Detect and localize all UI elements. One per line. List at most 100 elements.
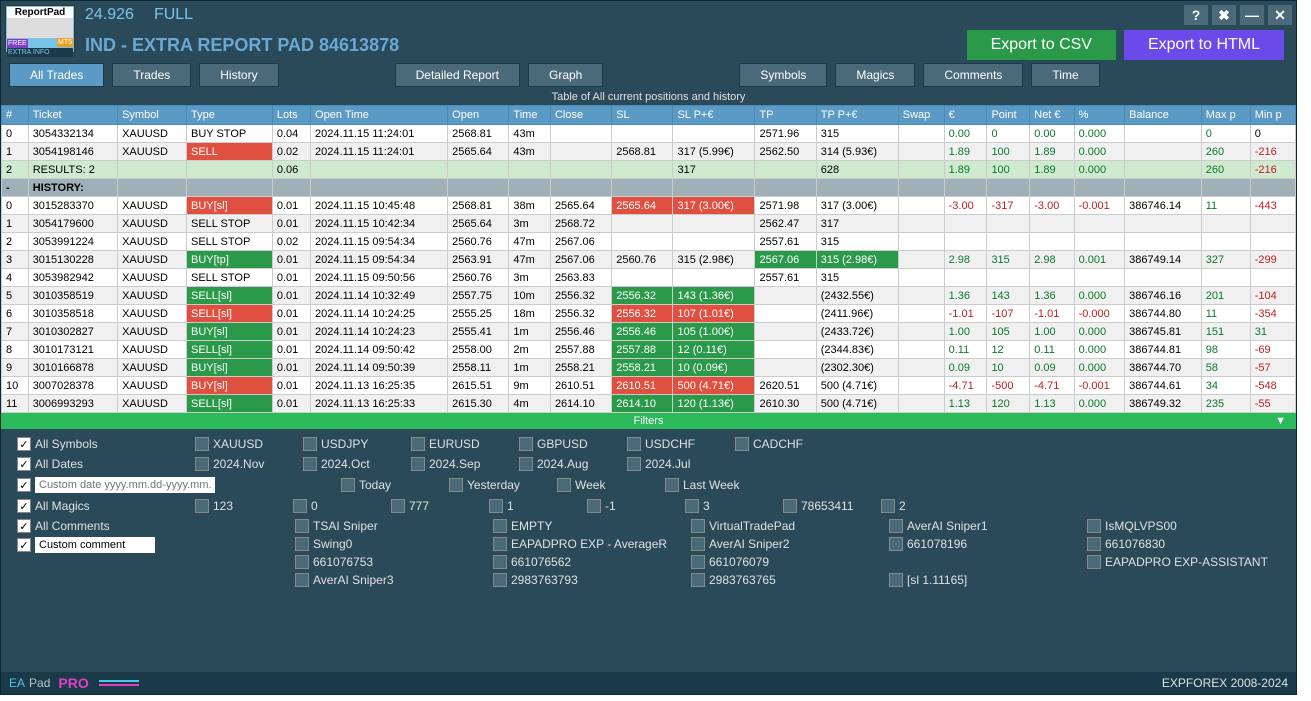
col-header[interactable]: SL	[612, 106, 673, 125]
tools-button[interactable]: ✖	[1212, 5, 1236, 25]
col-header[interactable]: Close	[550, 106, 611, 125]
checkbox[interactable]	[489, 499, 503, 513]
checkbox[interactable]	[391, 499, 405, 513]
filter-item[interactable]: AverAI Sniper3	[295, 573, 485, 587]
tab-history[interactable]: History	[199, 63, 278, 87]
table-row[interactable]: 93010166878XAUUSDBUY[sl]0.012024.11.14 0…	[2, 359, 1296, 377]
checkbox[interactable]	[1087, 519, 1101, 533]
filters-header[interactable]: Filters▼	[1, 413, 1296, 429]
filter-item[interactable]: 2983763765	[691, 573, 881, 587]
filter-item[interactable]: Today	[341, 478, 441, 492]
checkbox[interactable]	[295, 555, 309, 569]
checkbox[interactable]	[341, 478, 355, 492]
filter-item[interactable]: 1	[489, 499, 579, 513]
table-row[interactable]: 23053991224XAUUSDSELL STOP0.022024.11.15…	[2, 233, 1296, 251]
filter-item[interactable]: AverAI Sniper2	[691, 537, 881, 551]
filter-item[interactable]: TSAI Sniper	[295, 519, 485, 533]
checkbox[interactable]	[1087, 555, 1101, 569]
checkbox[interactable]	[783, 499, 797, 513]
checkbox[interactable]	[195, 499, 209, 513]
col-header[interactable]: Max p	[1201, 106, 1250, 125]
checkbox[interactable]	[295, 537, 309, 551]
checkbox[interactable]	[691, 555, 705, 569]
checkbox[interactable]	[303, 457, 317, 471]
checkbox[interactable]	[691, 573, 705, 587]
col-header[interactable]: Open Time	[311, 106, 448, 125]
table-row[interactable]: 03015283370XAUUSDBUY[sl]0.012024.11.15 1…	[2, 197, 1296, 215]
filter-item[interactable]: Last Week	[665, 478, 765, 492]
chk-all-comments[interactable]	[17, 519, 31, 533]
checkbox[interactable]	[627, 437, 641, 451]
checkbox[interactable]	[627, 457, 641, 471]
checkbox[interactable]	[411, 457, 425, 471]
checkbox[interactable]	[195, 437, 209, 451]
checkbox[interactable]	[449, 478, 463, 492]
col-header[interactable]: Min p	[1250, 106, 1295, 125]
filter-item[interactable]: Week	[557, 478, 657, 492]
checkbox[interactable]	[293, 499, 307, 513]
table-row[interactable]: 33015130228XAUUSDBUY[tp]0.012024.11.15 0…	[2, 251, 1296, 269]
custom-date-input[interactable]	[35, 477, 215, 493]
filter-item[interactable]: VirtualTradePad	[691, 519, 881, 533]
checkbox[interactable]	[493, 519, 507, 533]
checkbox[interactable]	[665, 478, 679, 492]
col-header[interactable]: Open	[448, 106, 509, 125]
filter-item[interactable]: 2	[881, 499, 971, 513]
filter-item[interactable]: CADCHF	[735, 437, 835, 451]
table-row[interactable]: 103007028378XAUUSDBUY[sl]0.012024.11.13 …	[2, 377, 1296, 395]
checkbox[interactable]	[557, 478, 571, 492]
filter-item[interactable]: Yesterday	[449, 478, 549, 492]
col-header[interactable]: Swap	[898, 106, 944, 125]
table-row[interactable]: 03054332134XAUUSDBUY STOP0.042024.11.15 …	[2, 125, 1296, 143]
filter-item[interactable]: EMPTY	[493, 519, 683, 533]
tab-symbols[interactable]: Symbols	[739, 63, 827, 87]
checkbox[interactable]	[685, 499, 699, 513]
filter-item[interactable]: -1	[587, 499, 677, 513]
filter-item[interactable]: EURUSD	[411, 437, 511, 451]
filter-item[interactable]: GBPUSD	[519, 437, 619, 451]
table-row[interactable]: -HISTORY:	[2, 179, 1296, 197]
tab-all-trades[interactable]: All Trades	[9, 63, 104, 87]
checkbox[interactable]	[1087, 537, 1101, 551]
checkbox[interactable]	[691, 537, 705, 551]
filter-item[interactable]: XAUUSD	[195, 437, 295, 451]
filter-item[interactable]: [sl 1.11165]	[889, 573, 1079, 587]
checkbox[interactable]	[303, 437, 317, 451]
col-header[interactable]: TP P+€	[816, 106, 898, 125]
filter-item[interactable]: 2024.Jul	[627, 457, 727, 471]
checkbox[interactable]	[295, 573, 309, 587]
help-button[interactable]: ?	[1184, 5, 1208, 25]
checkbox[interactable]	[493, 555, 507, 569]
checkbox[interactable]	[889, 519, 903, 533]
col-header[interactable]: Net €	[1030, 106, 1074, 125]
tab-graph[interactable]: Graph	[528, 63, 603, 87]
filter-item[interactable]: USDCHF	[627, 437, 727, 451]
filter-item[interactable]: EAPADPRO EXP - AverageR	[493, 537, 683, 551]
filter-item[interactable]: 2024.Aug	[519, 457, 619, 471]
checkbox[interactable]	[735, 437, 749, 451]
col-header[interactable]: SL P+€	[673, 106, 755, 125]
col-header[interactable]: Ticket	[28, 106, 117, 125]
filter-item[interactable]: 2024.Oct	[303, 457, 403, 471]
filter-item[interactable]: 0	[293, 499, 383, 513]
checkbox[interactable]	[519, 437, 533, 451]
col-header[interactable]: Time	[509, 106, 551, 125]
col-header[interactable]: TP	[755, 106, 816, 125]
table-row[interactable]: 113006993293XAUUSDSELL[sl]0.012024.11.13…	[2, 395, 1296, 413]
table-row[interactable]: 13054198146XAUUSDSELL0.022024.11.15 11:2…	[2, 143, 1296, 161]
col-header[interactable]: Type	[187, 106, 273, 125]
table-row[interactable]: 13054179600XAUUSDSELL STOP0.012024.11.15…	[2, 215, 1296, 233]
col-header[interactable]: Point	[987, 106, 1030, 125]
filter-item[interactable]	[889, 555, 1079, 569]
export-csv-button[interactable]: Export to CSV	[967, 30, 1116, 60]
filter-item[interactable]: EAPADPRO EXP-ASSISTANT	[1087, 555, 1277, 569]
custom-comment-input[interactable]	[35, 537, 155, 553]
col-header[interactable]: €	[944, 106, 987, 125]
table-row[interactable]: 53010358519XAUUSDSELL[sl]0.012024.11.14 …	[2, 287, 1296, 305]
filter-item[interactable]: 661076079	[691, 555, 881, 569]
checkbox[interactable]	[519, 457, 533, 471]
table-row[interactable]: 73010302827XAUUSDBUY[sl]0.012024.11.14 1…	[2, 323, 1296, 341]
chk-all-dates[interactable]	[17, 457, 31, 471]
col-header[interactable]: #	[2, 106, 29, 125]
filter-item[interactable]: Swing0	[295, 537, 485, 551]
